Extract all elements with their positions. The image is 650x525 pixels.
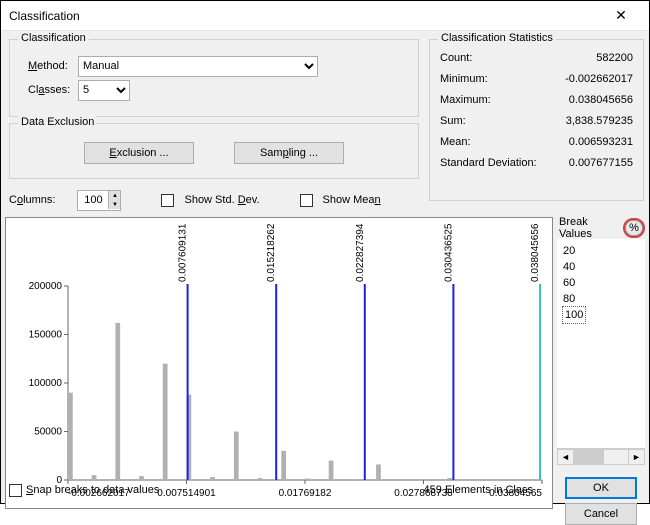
show-mean-checkbox[interactable] [300,194,313,207]
svg-text:0.030436525: 0.030436525 [443,223,454,282]
classification-dialog: Classification ✕ Classification Method: … [0,0,650,504]
classification-legend: Classification [18,32,89,44]
break-values-panel: Break Values % 20406080100 ◄ ► [557,217,645,465]
scroll-right-icon[interactable]: ► [628,449,645,465]
break-value-item[interactable]: 100 [563,307,639,323]
break-values-scrollbar[interactable]: ◄ ► [557,448,645,465]
classification-group: Classification Method: Manual Classes: 5 [9,39,419,117]
break-value-item[interactable]: 20 [563,243,639,259]
cancel-button[interactable]: Cancel [565,503,637,525]
ok-button[interactable]: OK [565,477,637,499]
stats-legend: Classification Statistics [438,32,556,44]
stats-row: Count:582200 [440,52,633,73]
svg-text:0.038045656: 0.038045656 [530,223,541,282]
break-values-title: Break Values [559,216,623,240]
scroll-left-icon[interactable]: ◄ [557,449,574,465]
show-std-label: Show Std. Dev. [184,194,259,206]
svg-text:50000: 50000 [34,427,62,438]
histogram-chart: 050000100000150000200000-0.0026620170.00… [5,217,553,509]
break-value-item[interactable]: 60 [563,275,639,291]
method-select[interactable]: Manual [78,56,318,77]
method-label: Method: [18,60,78,72]
svg-text:0.007609131: 0.007609131 [178,223,189,282]
svg-text:0.01769182: 0.01769182 [279,488,332,499]
svg-text:0.007514901: 0.007514901 [157,488,216,499]
show-mean-label: Show Mean [323,194,381,206]
break-values-list[interactable]: 20406080100 [557,239,645,327]
data-exclusion-legend: Data Exclusion [18,116,97,128]
stats-row: Standard Deviation:0.007677155 [440,157,633,178]
dialog-title: Classification [9,9,601,23]
svg-text:0.022827394: 0.022827394 [355,223,366,282]
svg-text:100000: 100000 [29,378,63,389]
columns-row: Columns: ▲▼ Show Std. Dev. Show Mean [9,187,419,213]
stats-row: Minimum:-0.002662017 [440,73,633,94]
break-value-item[interactable]: 40 [563,259,639,275]
elements-in-class: 459 Elements in Class [424,481,533,499]
columns-input[interactable] [78,191,108,210]
spinner-buttons[interactable]: ▲▼ [108,191,120,209]
stats-grid: Count:582200Minimum:-0.002662017Maximum:… [430,40,643,184]
snap-row: Snap breaks to data values [9,481,159,499]
sampling-button[interactable]: Sampling ... [234,142,344,164]
svg-text:200000: 200000 [29,281,63,292]
stats-row: Mean:0.006593231 [440,136,633,157]
dialog-buttons: OK Cancel [557,477,645,525]
svg-text:150000: 150000 [29,330,63,341]
columns-label: Columns: [9,194,55,206]
titlebar: Classification ✕ [1,1,649,31]
snap-checkbox[interactable] [9,484,22,497]
break-value-item[interactable]: 80 [563,291,639,307]
stats-group: Classification Statistics Count:582200Mi… [429,39,644,201]
dialog-body: Classification Method: Manual Classes: 5… [1,31,649,503]
stats-row: Maximum:0.038045656 [440,94,633,115]
stats-row: Sum:3,838.579235 [440,115,633,136]
svg-text:0.015218262: 0.015218262 [266,223,277,282]
classes-select[interactable]: 5 [78,80,130,101]
exclusion-button[interactable]: Exclusion ... [84,142,194,164]
show-std-checkbox[interactable] [161,194,174,207]
columns-spinner[interactable]: ▲▼ [77,190,121,211]
snap-label: Snap breaks to data values [26,484,159,496]
data-exclusion-group: Data Exclusion Exclusion ... Sampling ..… [9,123,419,179]
percent-button[interactable]: % [623,218,645,238]
close-icon[interactable]: ✕ [601,2,641,30]
classes-label: Classes: [18,84,78,96]
